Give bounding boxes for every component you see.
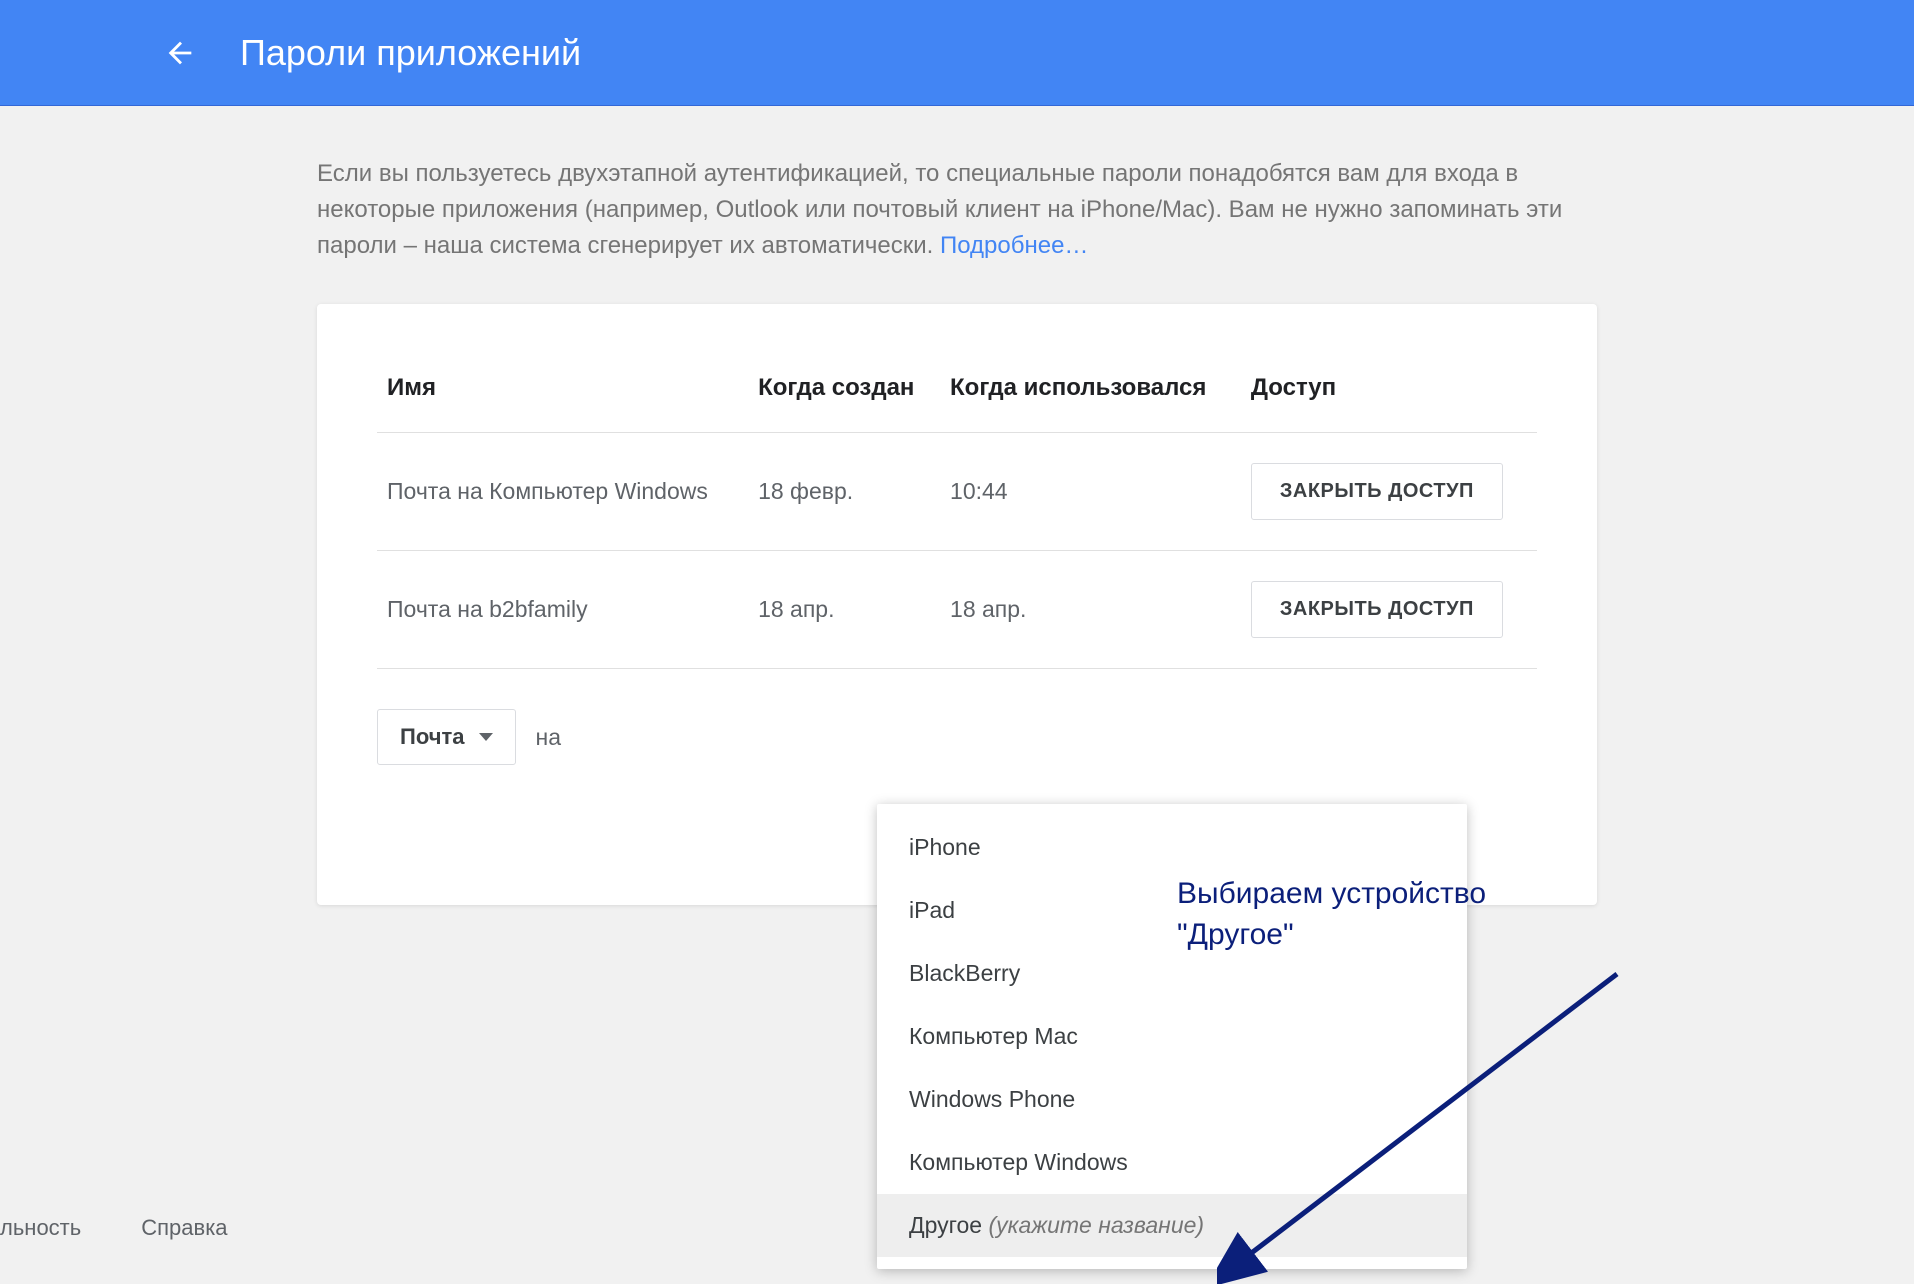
cell-name: Почта на b2bfamily	[377, 551, 748, 669]
dropdown-item-mac[interactable]: Компьютер Mac	[877, 1005, 1467, 1068]
cell-created: 18 апр.	[748, 551, 940, 669]
app-select-label: Почта	[400, 724, 465, 750]
create-password-row: Почта на	[377, 669, 1537, 765]
col-access: Доступ	[1241, 354, 1537, 433]
on-label: на	[536, 724, 562, 751]
annotation-text: Выбираем устройство "Другое"	[1177, 874, 1637, 955]
annotation-line1: Выбираем устройство	[1177, 874, 1637, 915]
col-created: Когда создан	[748, 354, 940, 433]
table-row: Почта на b2bfamily 18 апр. 18 апр. ЗАКРЫ…	[377, 551, 1537, 669]
cell-name: Почта на Компьютер Windows	[377, 433, 748, 551]
intro-text: Если вы пользуетесь двухэтапной аутентиф…	[317, 156, 1597, 264]
page-header: Пароли приложений	[0, 0, 1914, 106]
table-header-row: Имя Когда создан Когда использовался Дос…	[377, 354, 1537, 433]
revoke-button[interactable]: ЗАКРЫТЬ ДОСТУП	[1251, 463, 1503, 520]
back-button[interactable]	[160, 33, 200, 73]
revoke-button[interactable]: ЗАКРЫТЬ ДОСТУП	[1251, 581, 1503, 638]
content-area: Если вы пользуетесь двухэтапной аутентиф…	[277, 106, 1637, 905]
cell-created: 18 февр.	[748, 433, 940, 551]
learn-more-link[interactable]: Подробнее…	[940, 232, 1088, 259]
page-title: Пароли приложений	[240, 32, 581, 74]
passwords-card: Имя Когда создан Когда использовался Дос…	[317, 304, 1597, 905]
passwords-table: Имя Когда создан Когда использовался Дос…	[377, 354, 1537, 669]
col-used: Когда использовался	[940, 354, 1241, 433]
dropdown-item-iphone[interactable]: iPhone	[877, 816, 1467, 879]
cell-access: ЗАКРЫТЬ ДОСТУП	[1241, 551, 1537, 669]
dropdown-item-windows[interactable]: Компьютер Windows	[877, 1131, 1467, 1194]
cell-access: ЗАКРЫТЬ ДОСТУП	[1241, 433, 1537, 551]
dropdown-item-windows-phone[interactable]: Windows Phone	[877, 1068, 1467, 1131]
dropdown-item-other-hint: (укажите название)	[988, 1212, 1204, 1238]
chevron-down-icon	[479, 733, 493, 741]
arrow-left-icon	[163, 36, 197, 70]
table-row: Почта на Компьютер Windows 18 февр. 10:4…	[377, 433, 1537, 551]
cell-used: 10:44	[940, 433, 1241, 551]
dropdown-item-other-label: Другое	[909, 1212, 988, 1238]
footer-link-help[interactable]: Справка	[141, 1215, 227, 1241]
app-select[interactable]: Почта	[377, 709, 516, 765]
dropdown-item-other[interactable]: Другое (укажите название)	[877, 1194, 1467, 1257]
col-name: Имя	[377, 354, 748, 433]
footer-link-privacy-partial[interactable]: льность	[0, 1215, 81, 1241]
annotation-line2: "Другое"	[1177, 915, 1637, 956]
cell-used: 18 апр.	[940, 551, 1241, 669]
